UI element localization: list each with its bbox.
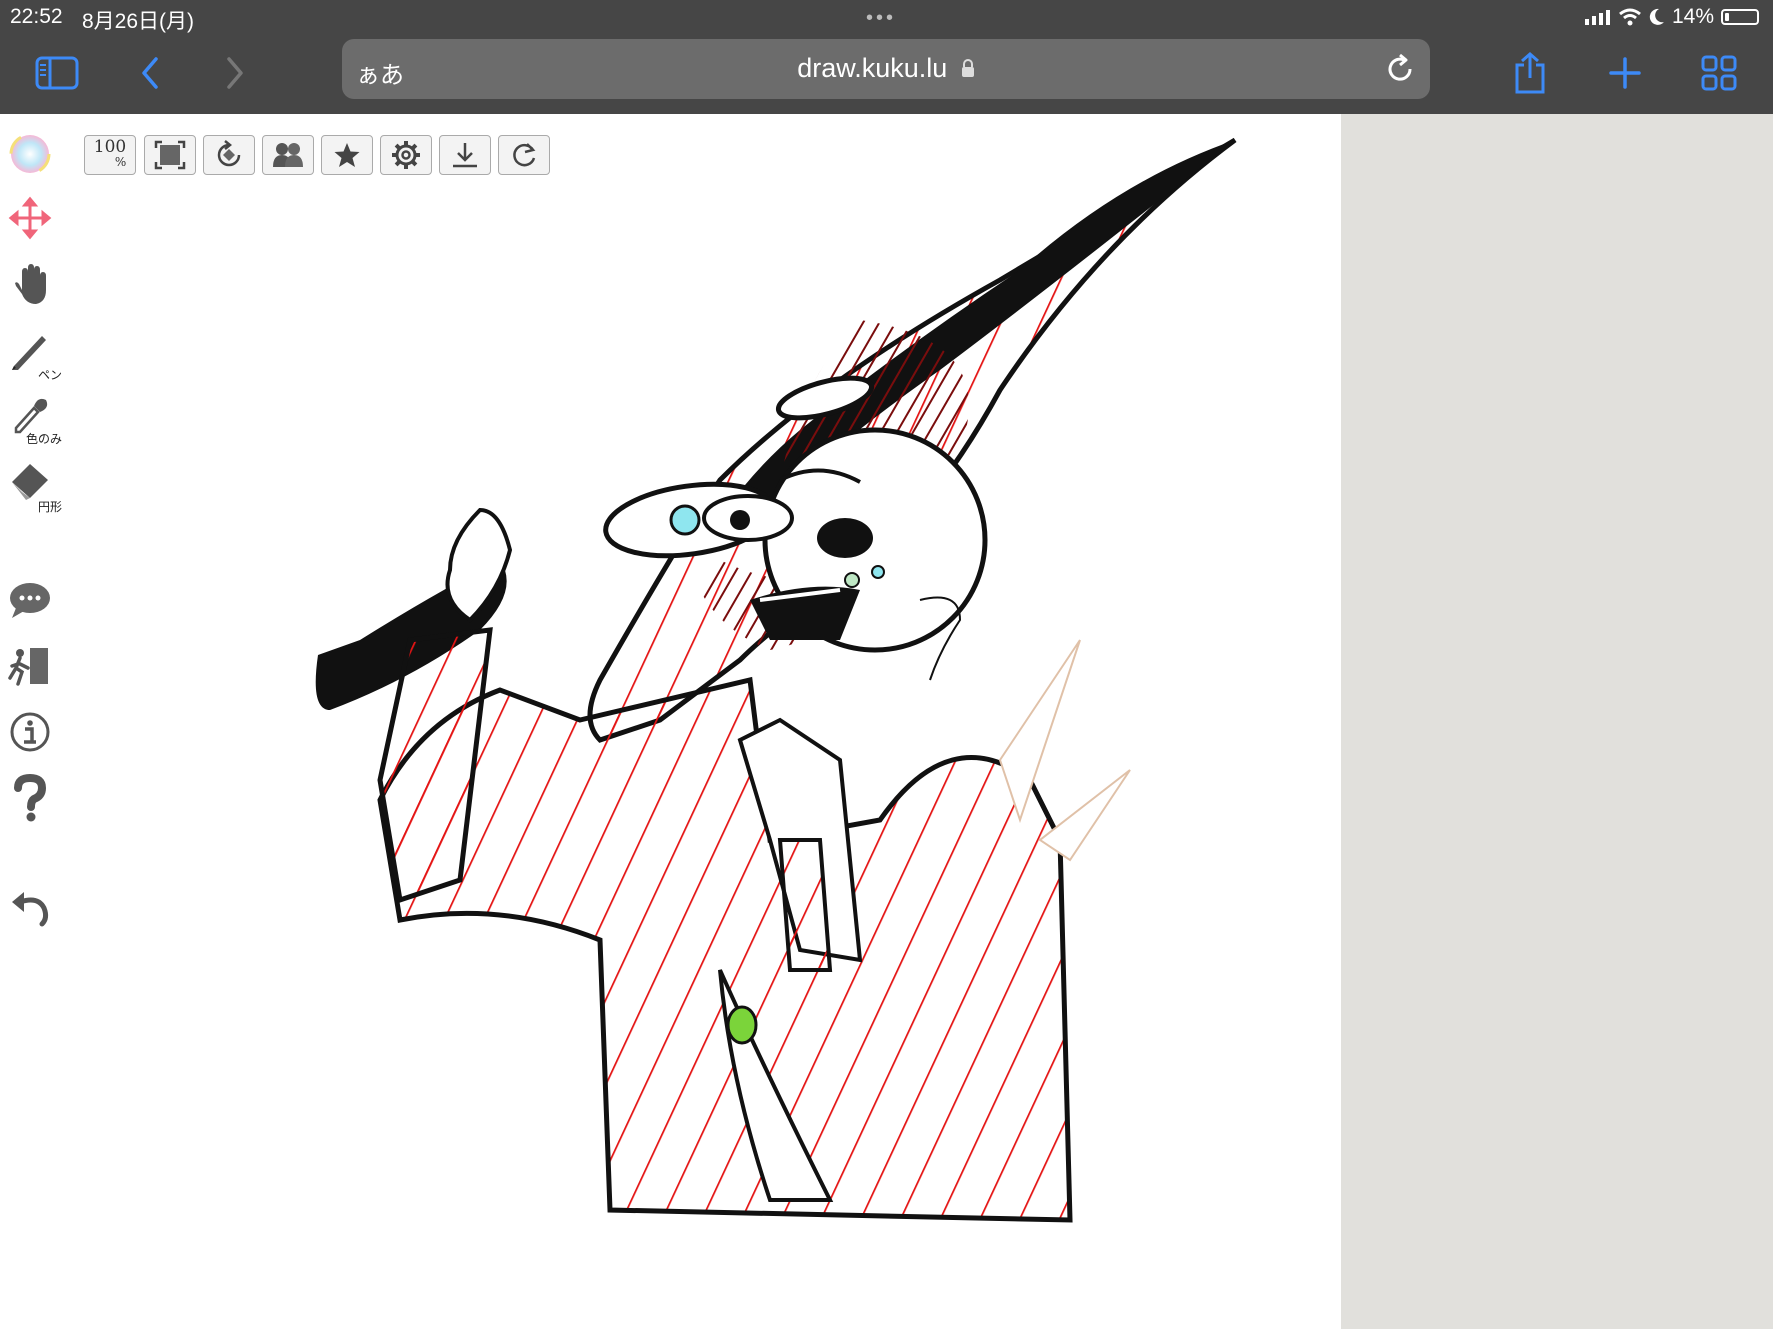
- multitasking-dots-icon[interactable]: •••: [866, 7, 896, 30]
- url-text: draw.kuku.lu: [797, 53, 948, 83]
- pen-icon[interactable]: ペン: [8, 328, 63, 384]
- eraser-label: 円形: [38, 500, 63, 514]
- canvas-outside-area: [1341, 114, 1773, 1329]
- battery-icon: [1721, 9, 1759, 25]
- status-indicators: 14%: [1584, 5, 1759, 29]
- tabs-overview-icon[interactable]: [1694, 48, 1744, 98]
- lock-icon: [961, 59, 974, 77]
- status-bar: 22:52 8月26日(月) ••• 14%: [0, 0, 1773, 34]
- moon-icon: [1649, 8, 1664, 25]
- fit-screen-icon[interactable]: [144, 135, 196, 175]
- undo-icon[interactable]: [8, 884, 60, 940]
- status-date: 8月26日(月): [82, 10, 195, 33]
- zoom-button[interactable]: 100%: [84, 135, 136, 175]
- exit-icon[interactable]: [8, 644, 60, 700]
- drawing-canvas[interactable]: [300, 120, 1300, 1325]
- zoom-value: 100: [93, 137, 127, 157]
- cellular-signal-icon: [1584, 10, 1610, 25]
- zoom-unit: %: [114, 155, 127, 169]
- move-icon[interactable]: [8, 196, 60, 252]
- forward-icon[interactable]: [210, 48, 260, 98]
- address-bar[interactable]: ぁあ draw.kuku.lu: [342, 39, 1430, 99]
- reload-icon[interactable]: [1382, 51, 1418, 87]
- status-time: 22:52: [10, 5, 63, 28]
- left-toolbar: ペン 色のみ 円形: [0, 114, 70, 1329]
- eyedropper-icon[interactable]: 色のみ: [8, 394, 63, 450]
- hand-icon[interactable]: [8, 262, 60, 318]
- chat-icon[interactable]: [8, 578, 60, 634]
- help-icon[interactable]: [8, 773, 60, 830]
- url-display[interactable]: draw.kuku.lu: [342, 53, 1430, 84]
- sidebar-icon[interactable]: [32, 48, 82, 98]
- eraser-icon[interactable]: 円形: [8, 460, 63, 516]
- pen-label: ペン: [38, 368, 63, 382]
- info-icon[interactable]: [8, 710, 60, 766]
- battery-percent: 14%: [1671, 5, 1714, 28]
- new-tab-icon[interactable]: [1600, 48, 1650, 98]
- back-icon[interactable]: [125, 48, 175, 98]
- share-icon[interactable]: [1505, 48, 1555, 98]
- eyedropper-label: 色のみ: [26, 432, 63, 446]
- wifi-icon: [1619, 8, 1641, 26]
- color-wheel-icon[interactable]: [8, 132, 60, 188]
- rotate-canvas-icon[interactable]: [203, 135, 255, 175]
